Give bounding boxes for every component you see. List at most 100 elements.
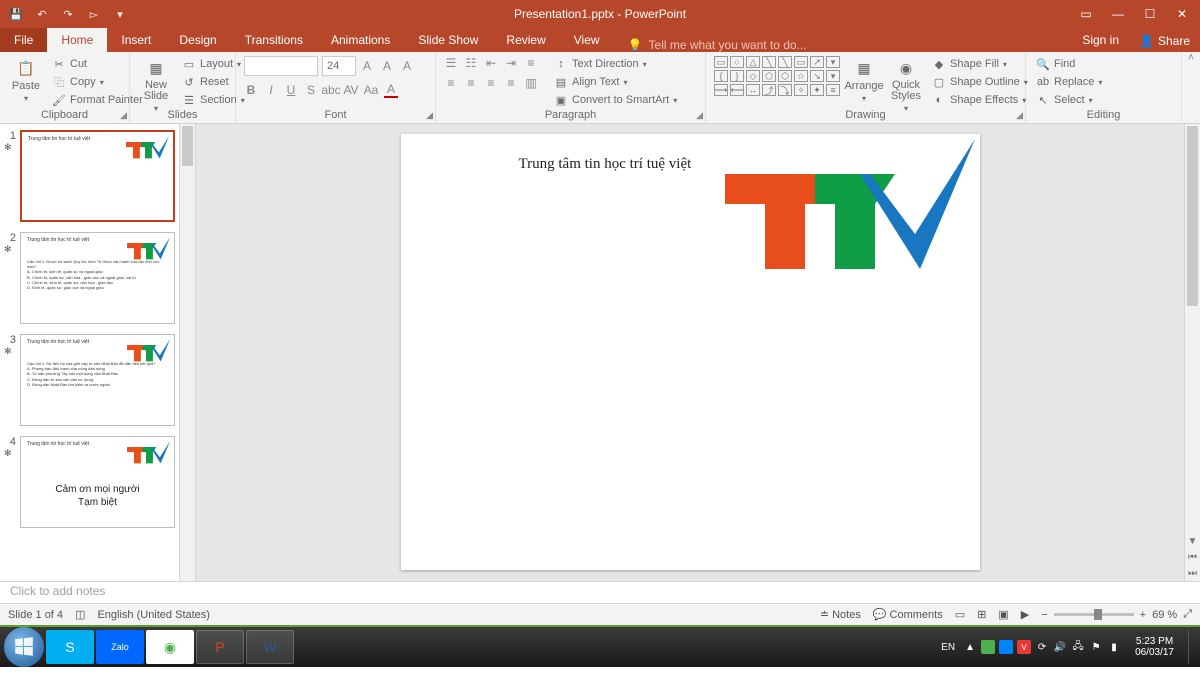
font-size-select[interactable]: 24	[322, 56, 356, 76]
change-case-button[interactable]: Aa	[364, 83, 378, 97]
main-slide[interactable]: Trung tâm tin học trí tuệ việt	[401, 134, 980, 570]
tray-volume-icon[interactable]: 🔊	[1053, 640, 1067, 654]
numbering-button[interactable]: ☷	[464, 56, 478, 70]
paste-button[interactable]: 📋Paste▾	[8, 56, 44, 105]
start-button[interactable]	[4, 627, 44, 667]
justify-button[interactable]: ≡	[504, 76, 518, 90]
strikethrough-button[interactable]: S	[304, 83, 318, 97]
decrease-font-icon[interactable]: A	[380, 59, 394, 73]
slideshow-icon[interactable]: ▶	[1021, 608, 1029, 621]
quick-styles-button[interactable]: ◉Quick Styles▾	[888, 56, 924, 115]
find-button[interactable]: 🔍Find	[1034, 56, 1104, 72]
close-button[interactable]: ✕	[1168, 4, 1196, 24]
tray-app-icon[interactable]	[981, 640, 995, 654]
taskbar-clock[interactable]: 5:23 PM06/03/17	[1129, 636, 1180, 658]
prev-slide-icon[interactable]: ⏮	[1185, 549, 1200, 565]
bold-button[interactable]: B	[244, 83, 258, 97]
select-button[interactable]: ↖Select▾	[1034, 92, 1104, 108]
align-text-button[interactable]: ▤Align Text▾	[552, 74, 679, 90]
replace-button[interactable]: abReplace▾	[1034, 74, 1104, 90]
taskbar-language[interactable]: EN	[941, 642, 955, 653]
taskbar-word[interactable]: W	[246, 630, 294, 664]
zoom-in-icon[interactable]: +	[1140, 609, 1146, 621]
spell-check-icon[interactable]: ◫	[75, 608, 85, 621]
zoom-out-icon[interactable]: −	[1041, 609, 1047, 621]
notes-toggle[interactable]: ≐Notes	[820, 608, 861, 621]
font-dialog-launcher[interactable]: ◢	[426, 110, 433, 121]
font-family-select[interactable]	[244, 56, 318, 76]
tab-animations[interactable]: Animations	[317, 28, 404, 52]
tray-battery-icon[interactable]: ▮	[1107, 640, 1121, 654]
scroll-down-icon[interactable]: ▼	[1185, 533, 1200, 549]
tray-messenger-icon[interactable]	[999, 640, 1013, 654]
normal-view-icon[interactable]: ▭	[955, 608, 965, 621]
tray-updates-icon[interactable]: ⟳	[1035, 640, 1049, 654]
underline-button[interactable]: U	[284, 83, 298, 97]
taskbar-coccoc[interactable]: ◉	[146, 630, 194, 664]
tab-slideshow[interactable]: Slide Show	[404, 28, 492, 52]
collapse-ribbon-button[interactable]: ˄	[1182, 52, 1200, 123]
share-button[interactable]: 👤Share	[1129, 30, 1200, 52]
text-shadow-button[interactable]: abc	[324, 83, 338, 97]
tab-transitions[interactable]: Transitions	[231, 28, 317, 52]
tab-review[interactable]: Review	[492, 28, 559, 52]
zoom-slider[interactable]	[1054, 613, 1134, 616]
convert-smartart-button[interactable]: ▣Convert to SmartArt▾	[552, 92, 679, 108]
tray-expand-icon[interactable]: ▲	[963, 640, 977, 654]
align-right-button[interactable]: ≡	[484, 76, 498, 90]
new-slide-button[interactable]: ▦New Slide▾	[138, 56, 174, 115]
comments-toggle[interactable]: 💬Comments	[873, 608, 943, 621]
vertical-scrollbar[interactable]: ▲ ▼ ⏮ ⏭	[1184, 124, 1200, 581]
char-spacing-button[interactable]: AV	[344, 83, 358, 97]
arrange-button[interactable]: ▦Arrange▾	[846, 56, 882, 105]
save-icon[interactable]: 💾	[8, 6, 24, 22]
next-slide-icon[interactable]: ⏭	[1185, 565, 1200, 581]
tell-me-search[interactable]: 💡 Tell me what you want to do...	[614, 38, 807, 52]
undo-icon[interactable]: ↶	[34, 6, 50, 22]
tab-design[interactable]: Design	[165, 28, 230, 52]
fit-to-window-icon[interactable]: ⤢	[1183, 608, 1192, 621]
thumbnails-scrollbar[interactable]	[180, 124, 196, 581]
slide-sorter-icon[interactable]: ⊞	[977, 608, 986, 621]
shape-effects-button[interactable]: ◐Shape Effects▾	[930, 92, 1030, 108]
clipboard-dialog-launcher[interactable]: ◢	[120, 110, 127, 121]
slide-thumbnail-1[interactable]: Trung tâm tin học trí tuệ việt	[20, 130, 175, 222]
align-left-button[interactable]: ≡	[444, 76, 458, 90]
slide-counter[interactable]: Slide 1 of 4	[8, 609, 63, 621]
minimize-button[interactable]: ―	[1104, 4, 1132, 24]
line-spacing-button[interactable]: ≡	[524, 56, 538, 70]
increase-indent-button[interactable]: ⇥	[504, 56, 518, 70]
ribbon-options-icon[interactable]: ▭	[1072, 4, 1100, 24]
tab-home[interactable]: Home	[47, 28, 107, 52]
columns-button[interactable]: ▥	[524, 76, 538, 90]
sign-in-button[interactable]: Sign in	[1072, 28, 1129, 52]
drawing-dialog-launcher[interactable]: ◢	[1016, 110, 1023, 121]
tab-file[interactable]: File	[0, 28, 47, 52]
language-indicator[interactable]: English (United States)	[97, 609, 210, 621]
zoom-percent[interactable]: 69 %	[1152, 609, 1177, 621]
redo-icon[interactable]: ↷	[60, 6, 76, 22]
font-color-button[interactable]: A	[384, 82, 398, 98]
show-desktop-button[interactable]	[1188, 630, 1196, 664]
taskbar-skype[interactable]: S	[46, 630, 94, 664]
reading-view-icon[interactable]: ▣	[998, 608, 1008, 621]
maximize-button[interactable]: ☐	[1136, 4, 1164, 24]
shape-outline-button[interactable]: ▢Shape Outline▾	[930, 74, 1030, 90]
qat-customize-icon[interactable]: ▾	[112, 6, 128, 22]
tray-v-icon[interactable]: V	[1017, 640, 1031, 654]
text-direction-button[interactable]: ↕Text Direction▾	[552, 56, 679, 72]
italic-button[interactable]: I	[264, 83, 278, 97]
slide-thumbnail-4[interactable]: Trung tâm tin học trí tuệ việtCảm ơn mọi…	[20, 436, 175, 528]
shapes-gallery[interactable]: ▭○△╲╲▭↗▾ {}◇⬠⬡☆↘▾ ⟶⟵↔⤴⤵✧✦≡	[714, 56, 840, 96]
tray-flag-icon[interactable]: ⚑	[1089, 640, 1103, 654]
slide-thumbnail-2[interactable]: Trung tâm tin học trí tuệ việtCâu hỏi 1:…	[20, 232, 175, 324]
paragraph-dialog-launcher[interactable]: ◢	[696, 110, 703, 121]
start-from-beginning-icon[interactable]: ▻	[86, 6, 102, 22]
shape-fill-button[interactable]: ◆Shape Fill▾	[930, 56, 1030, 72]
increase-font-icon[interactable]: A	[360, 59, 374, 73]
decrease-indent-button[interactable]: ⇤	[484, 56, 498, 70]
taskbar-zalo[interactable]: Zalo	[96, 630, 144, 664]
zoom-control[interactable]: − + 69 % ⤢	[1041, 608, 1192, 621]
align-center-button[interactable]: ≡	[464, 76, 478, 90]
notes-pane[interactable]: Click to add notes	[0, 581, 1200, 603]
